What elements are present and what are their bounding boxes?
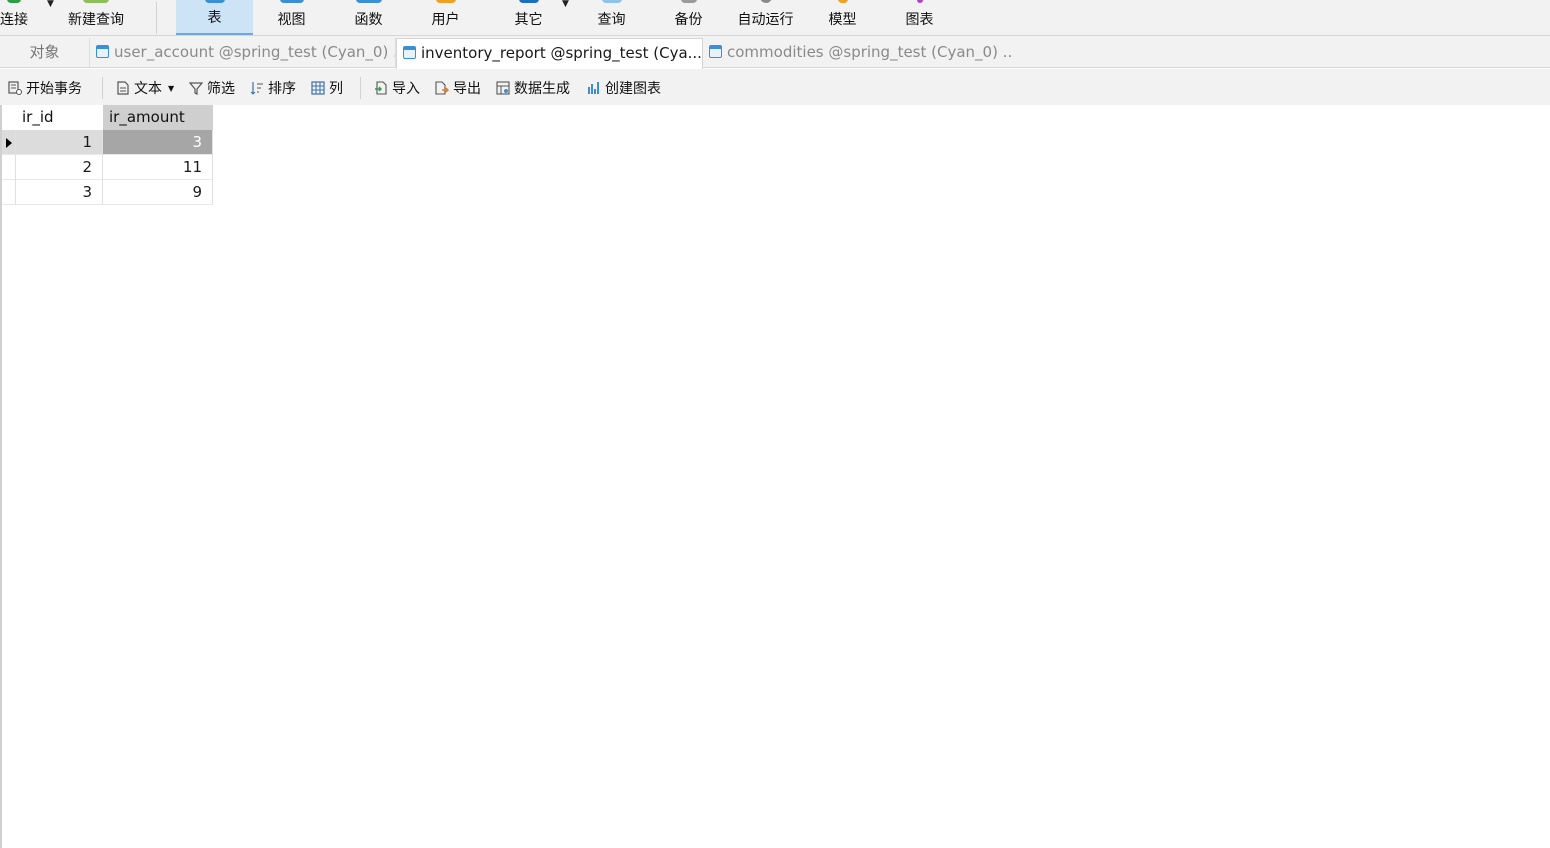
cell-ir-amount[interactable]: 11 bbox=[103, 155, 213, 180]
export-button[interactable]: 导出 bbox=[435, 69, 481, 105]
data-generation-button[interactable]: 数据生成 bbox=[496, 69, 570, 105]
toolbar-separator bbox=[360, 77, 361, 99]
begin-transaction-button[interactable]: 开始事务 bbox=[8, 69, 82, 105]
sort-button[interactable]: 排序 bbox=[250, 69, 296, 105]
ribbon-new-query-button[interactable]: 新建查询 bbox=[58, 0, 134, 35]
cell-ir-id[interactable]: 1 bbox=[16, 130, 103, 155]
tab-objects[interactable]: 对象 bbox=[0, 38, 90, 68]
ribbon-query-button[interactable]: 查询 bbox=[573, 0, 650, 35]
columns-grid-icon bbox=[311, 71, 325, 95]
current-row-arrow-icon bbox=[6, 138, 12, 148]
backup-icon bbox=[680, 0, 697, 3]
table-icon bbox=[96, 45, 109, 58]
new-query-icon bbox=[83, 0, 109, 3]
tab-user-account[interactable]: user_account @spring_test (Cyan_0) ... bbox=[90, 38, 396, 68]
ribbon-model-button[interactable]: 模型 bbox=[804, 0, 881, 35]
tab-inventory-report[interactable]: inventory_report @spring_test (Cya... bbox=[396, 38, 703, 69]
data-generation-icon bbox=[496, 71, 510, 95]
cell-ir-amount[interactable]: 3 bbox=[103, 130, 213, 155]
toolbar-separator bbox=[102, 77, 103, 99]
editor-tab-strip: 对象 user_account @spring_test (Cyan_0) ..… bbox=[0, 36, 1550, 69]
chart-bars-icon bbox=[587, 71, 601, 94]
ribbon-function-button[interactable]: 函数 bbox=[330, 0, 407, 35]
ribbon-separator bbox=[156, 2, 157, 34]
import-icon bbox=[374, 71, 388, 95]
export-icon bbox=[435, 71, 449, 95]
create-chart-button[interactable]: 创建图表 bbox=[587, 69, 661, 105]
main-ribbon: 连接 ▼ 新建查询 表 视图 函数 用户 其它 ▼ 查询 备份 自动运行 模型 bbox=[0, 0, 1550, 36]
connection-icon bbox=[7, 0, 21, 3]
column-header-ir-id[interactable]: ir_id bbox=[16, 105, 103, 130]
function-icon bbox=[355, 0, 382, 3]
filter-icon bbox=[188, 71, 204, 95]
table-icon bbox=[403, 46, 416, 59]
table-icon bbox=[709, 45, 722, 58]
row-indicator[interactable] bbox=[2, 130, 16, 155]
cell-ir-amount[interactable]: 9 bbox=[103, 180, 213, 205]
cell-ir-id[interactable]: 3 bbox=[16, 180, 103, 205]
other-icon bbox=[518, 0, 539, 3]
column-header-ir-amount[interactable]: ir_amount bbox=[103, 105, 213, 130]
cell-ir-id[interactable]: 2 bbox=[16, 155, 103, 180]
import-button[interactable]: 导入 bbox=[374, 69, 420, 105]
other-dropdown-caret-icon[interactable]: ▼ bbox=[562, 0, 569, 9]
ribbon-automation-button[interactable]: 自动运行 bbox=[727, 0, 804, 35]
ribbon-backup-button[interactable]: 备份 bbox=[650, 0, 727, 35]
chart-icon bbox=[916, 0, 923, 3]
connection-dropdown-caret-icon[interactable]: ▼ bbox=[47, 0, 54, 9]
row-indicator[interactable] bbox=[2, 180, 16, 205]
text-view-button[interactable]: 文本 ▼ bbox=[116, 69, 174, 105]
text-icon bbox=[116, 71, 130, 95]
columns-button[interactable]: 列 bbox=[311, 69, 343, 105]
filter-button[interactable]: 筛选 bbox=[188, 69, 235, 105]
ribbon-user-button[interactable]: 用户 bbox=[407, 0, 484, 35]
tab-commodities[interactable]: commodities @spring_test (Cyan_0) ... bbox=[703, 38, 1013, 68]
transaction-icon bbox=[8, 71, 22, 95]
ribbon-connection-button[interactable]: 连接 bbox=[0, 0, 34, 35]
automation-icon bbox=[759, 0, 772, 3]
model-icon bbox=[837, 0, 848, 3]
sort-icon bbox=[250, 71, 264, 95]
view-icon bbox=[279, 0, 304, 3]
ribbon-table-button[interactable]: 表 bbox=[176, 0, 253, 35]
table-icon bbox=[204, 0, 225, 3]
ribbon-view-button[interactable]: 视图 bbox=[253, 0, 330, 35]
ribbon-other-button[interactable]: 其它 bbox=[490, 0, 567, 35]
data-toolbar: 开始事务 文本 ▼ 筛选 排序 列 导入 导出 数据生成 创建图表 bbox=[0, 69, 1550, 105]
query-icon bbox=[601, 0, 622, 3]
text-dropdown-caret-icon[interactable]: ▼ bbox=[168, 84, 174, 93]
ribbon-chart-button[interactable]: 图表 bbox=[881, 0, 958, 35]
grid-left-border bbox=[0, 105, 2, 848]
row-indicator[interactable] bbox=[2, 155, 16, 180]
user-icon bbox=[435, 0, 456, 3]
